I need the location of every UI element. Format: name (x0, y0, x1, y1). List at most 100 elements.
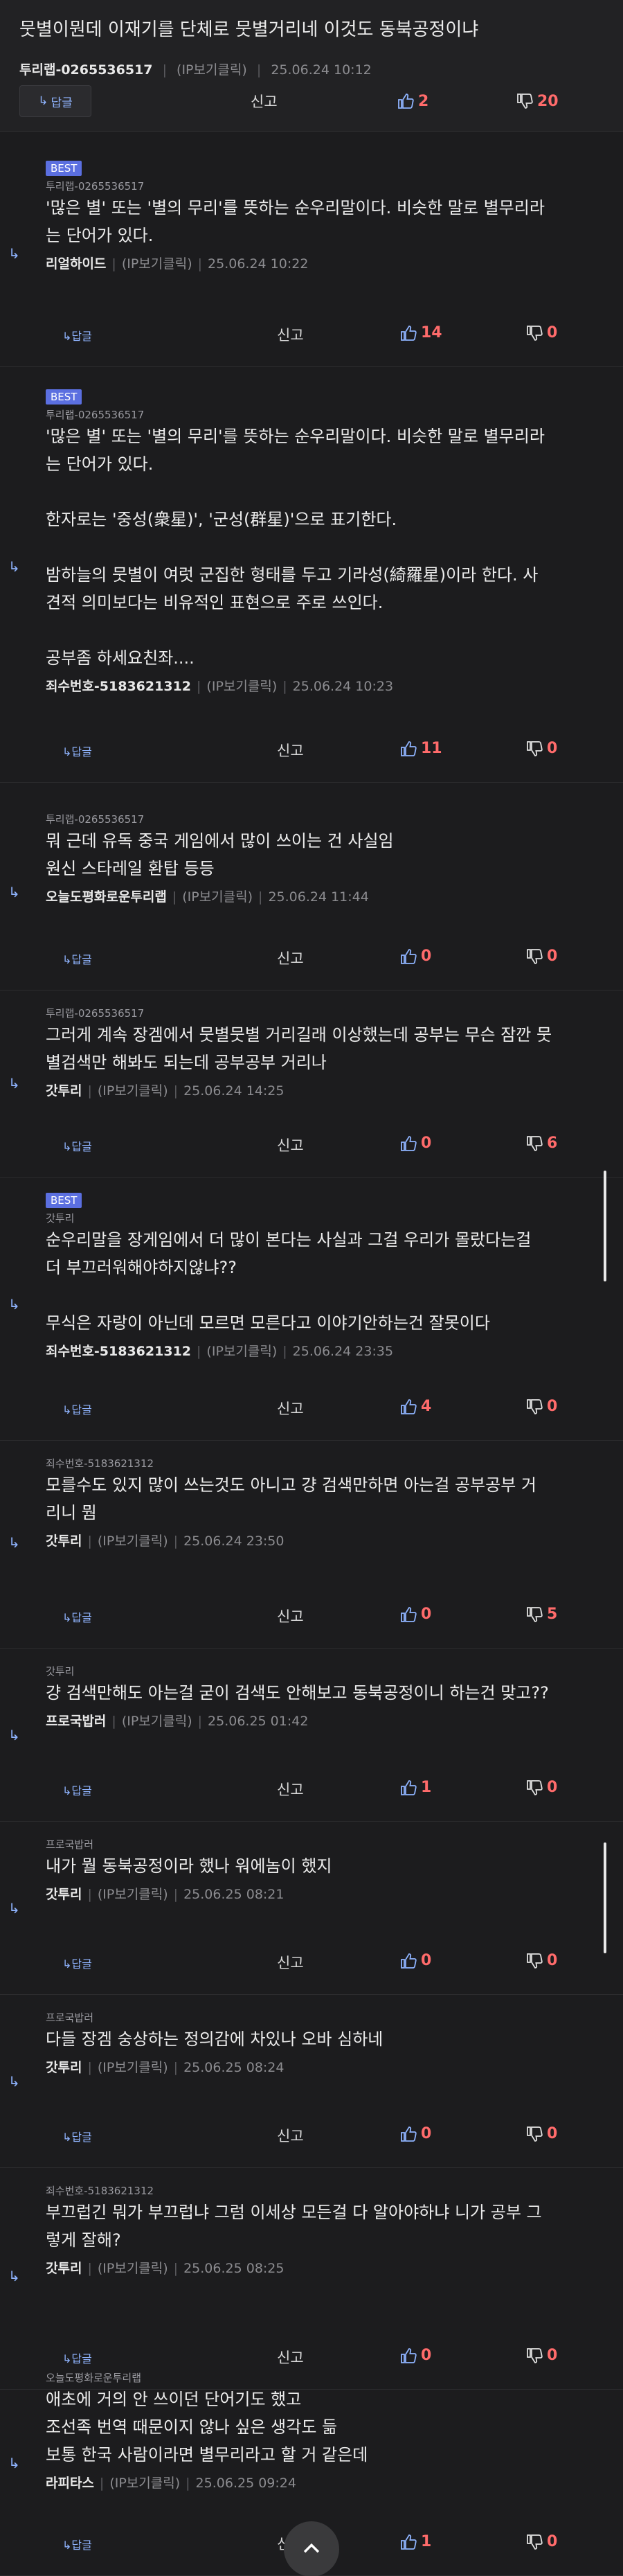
dislike-button[interactable]: 0 (526, 1398, 557, 1415)
like-button[interactable]: 1 (400, 1779, 431, 1796)
like-count: 4 (421, 1398, 432, 1415)
post-title: 뭇별이뭔데 이재기를 단체로 뭇별거리네 이것도 동북공정이냐 (19, 19, 479, 40)
comment-reply-button[interactable]: ↳답글 (62, 327, 92, 344)
report-button[interactable]: 신고 (277, 1398, 304, 1419)
like-button[interactable]: 1 (400, 2533, 431, 2550)
comment-meta: 갓투리 | (IP보기클릭) | 25.06.25 08:24 (46, 2057, 609, 2076)
divider: | (111, 256, 116, 272)
comment-date: 25.06.24 11:44 (268, 889, 369, 905)
comment-author[interactable]: 갓투리 (46, 1887, 82, 1902)
report-button[interactable]: 신고 (277, 1779, 304, 1800)
comment-author[interactable]: 갓투리 (46, 2060, 82, 2075)
report-button[interactable]: 신고 (277, 1606, 304, 1626)
comment-reply-button[interactable]: ↳답글 (62, 1955, 92, 1971)
like-button[interactable]: 0 (400, 1606, 431, 1623)
comment-author[interactable]: 리얼하이드 (46, 256, 106, 272)
scrollbar-thumb[interactable] (604, 1171, 606, 1281)
ip-toggle[interactable]: (IP보기클릭) (98, 2060, 168, 2075)
ip-toggle[interactable]: (IP보기클릭) (122, 256, 192, 272)
comment-text: '많은 별' 또는 '별의 무리'를 뜻하는 순우리말이다. 비슷한 말로 별무… (46, 198, 545, 245)
post-author[interactable]: 투리랩-0265536517 (19, 62, 153, 78)
ip-toggle[interactable]: (IP보기클릭) (122, 1714, 192, 1729)
thumbs-up-icon (401, 2534, 417, 2550)
thumbs-down-icon (527, 1779, 543, 1795)
comment-author[interactable]: 라피타스 (46, 2476, 94, 2491)
thumbs-up-icon (401, 1398, 417, 1414)
dislike-button[interactable]: 6 (526, 1135, 557, 1152)
comment-reply-button[interactable]: ↳답글 (62, 2536, 92, 2552)
like-button[interactable]: 11 (400, 740, 442, 757)
like-count: 1 (421, 2533, 432, 2550)
dislike-button[interactable]: 0 (526, 948, 557, 965)
thumbs-down-icon (517, 94, 533, 109)
divider: | (197, 1714, 203, 1729)
comment-reply-button[interactable]: ↳답글 (62, 1782, 92, 1798)
report-button[interactable]: 신고 (277, 1952, 304, 1973)
comment-author[interactable]: 갓투리 (46, 1083, 82, 1099)
thumbs-up-icon (401, 1779, 417, 1795)
ip-toggle[interactable]: (IP보기클릭) (98, 1534, 168, 1549)
reply-arrow-icon: ↳ (8, 2073, 20, 2090)
comment-reply-button[interactable]: ↳답글 (62, 1137, 92, 1154)
comment-item: 죄수번호-5183621312 모를수도 있지 많이 쓰는것도 아니고 걍 검색만… (0, 1441, 623, 1649)
ip-toggle[interactable]: (IP보기클릭) (206, 1344, 277, 1359)
thumbs-up-icon (401, 1135, 417, 1151)
ip-toggle[interactable]: (IP보기클릭) (109, 2476, 180, 2491)
report-button[interactable]: 신고 (251, 91, 278, 112)
reply-arrow-icon: ↳ (8, 884, 20, 900)
comment-reply-button[interactable]: ↳답글 (62, 1608, 92, 1625)
comment-text: 부끄럽긴 뭐가 부끄럽냐 그럼 이세상 모든걸 다 알아야하냐 니가 공부 그 … (46, 2203, 542, 2250)
comment-reply-button[interactable]: ↳답글 (62, 1401, 92, 1417)
like-button[interactable]: 0 (400, 2125, 431, 2142)
comment-author[interactable]: 죄수번호-5183621312 (46, 679, 191, 694)
dislike-button[interactable]: 0 (526, 1952, 557, 1969)
scroll-to-top-button[interactable] (284, 2521, 339, 2576)
dislike-button[interactable]: 0 (526, 740, 557, 757)
post-date: 25.06.24 10:12 (271, 62, 372, 78)
dislike-count: 0 (547, 948, 558, 965)
like-button[interactable]: 2 (397, 93, 428, 110)
report-button[interactable]: 신고 (277, 948, 304, 968)
comment-reply-button[interactable]: ↳답글 (62, 2128, 92, 2144)
dislike-button[interactable]: 0 (526, 324, 557, 341)
post-reply-button[interactable]: ↳ 답글 (19, 85, 91, 117)
reply-label: 답글 (71, 1403, 92, 1416)
comment-author[interactable]: 오늘도평화로운투리랩 (46, 889, 167, 905)
ip-toggle[interactable]: (IP보기클릭) (182, 889, 253, 905)
comment-author[interactable]: 프로국밥러 (46, 1714, 106, 1729)
dislike-button[interactable]: 0 (526, 2533, 557, 2550)
comment-reply-button[interactable]: ↳답글 (62, 950, 92, 967)
thumbs-down-icon (527, 2126, 543, 2142)
like-button[interactable]: 14 (400, 324, 442, 341)
report-button[interactable]: 신고 (277, 740, 304, 761)
comment-reply-button[interactable]: ↳답글 (62, 743, 92, 759)
ip-toggle[interactable]: (IP보기클릭) (98, 1887, 168, 1902)
thumbs-up-icon (398, 94, 414, 109)
dislike-count: 0 (547, 1952, 558, 1969)
thumbs-down-icon (527, 948, 543, 964)
like-button[interactable]: 4 (400, 1398, 431, 1415)
dislike-button[interactable]: 0 (526, 2125, 557, 2142)
report-button[interactable]: 신고 (277, 2125, 304, 2146)
comment-meta: 라피타스 | (IP보기클릭) | 25.06.25 09:24 (46, 2473, 609, 2491)
dislike-button[interactable]: 5 (526, 1606, 557, 1623)
dislike-count: 5 (547, 1606, 558, 1623)
comment-author[interactable]: 갓투리 (46, 1534, 82, 1549)
ip-toggle[interactable]: (IP보기클릭) (98, 1083, 168, 1099)
like-button[interactable]: 0 (400, 1135, 431, 1152)
comment-author[interactable]: 갓투리 (46, 2261, 82, 2276)
like-count: 0 (421, 1952, 432, 1969)
scrollbar-thumb[interactable] (604, 1842, 606, 1953)
ip-toggle[interactable]: (IP보기클릭) (177, 62, 247, 78)
ip-toggle[interactable]: (IP보기클릭) (206, 679, 277, 694)
dislike-button[interactable]: 20 (516, 93, 559, 110)
like-button[interactable]: 0 (400, 948, 431, 965)
like-button[interactable]: 0 (400, 1952, 431, 1969)
dislike-button[interactable]: 0 (526, 1779, 557, 1796)
ip-toggle[interactable]: (IP보기클릭) (98, 2261, 168, 2276)
report-button[interactable]: 신고 (277, 324, 304, 345)
comment-body: 투리랩-0265536517 그러게 계속 장겜에서 뭇별뭇별 거리길래 이상했는… (46, 1006, 609, 1099)
comment-author[interactable]: 죄수번호-5183621312 (46, 1344, 191, 1359)
thumbs-down-icon (527, 2534, 543, 2550)
report-button[interactable]: 신고 (277, 1135, 304, 1155)
